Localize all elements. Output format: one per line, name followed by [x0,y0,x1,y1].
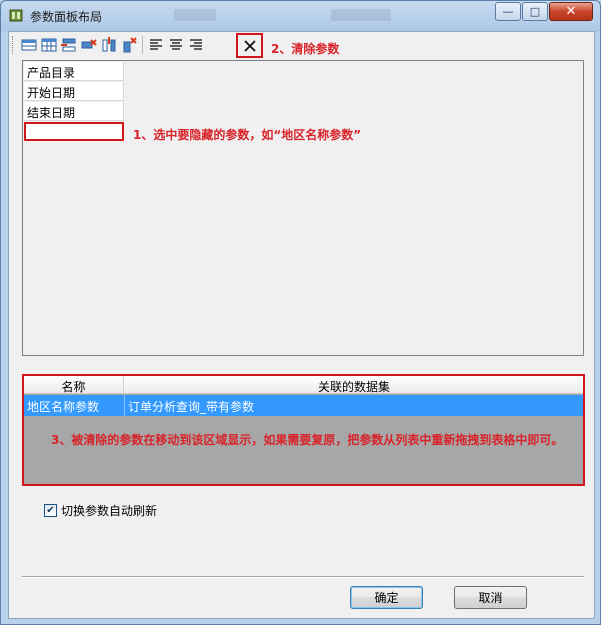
list-header: 名称 关联的数据集 [24,376,583,394]
align-left-icon [150,39,162,50]
toolbar-separator [142,36,143,54]
title-bar[interactable]: 参数面板布局 — □ ✕ [1,1,600,31]
list-item[interactable]: 地区名称参数 订单分析查询_带有参数 [24,395,583,416]
step1-annotation: 1、选中要隐藏的参数，如“地区名称参数” [133,128,362,142]
window-title: 参数面板布局 [30,10,103,24]
param-cell[interactable]: 开始日期 [24,82,124,101]
cancel-button[interactable]: 取消 [454,586,527,609]
delete-column-button[interactable] [119,35,139,55]
align-center-button[interactable] [166,35,186,55]
align-right-icon [190,39,202,50]
column-header-dataset[interactable]: 关联的数据集 [125,376,583,394]
insert-column-button[interactable] [99,35,119,55]
clear-params-button[interactable] [236,33,263,58]
column-header-name[interactable]: 名称 [24,376,124,394]
param-cell[interactable]: 结束日期 [24,102,124,121]
insert-column-icon [102,37,116,52]
param-name: 地区名称参数 [27,400,100,414]
layout-grid-icon [21,39,37,51]
app-icon [9,9,23,22]
layout-table-icon [41,38,57,52]
minimize-button[interactable]: — [495,2,521,21]
clear-params-icon [243,39,256,52]
insert-row-button[interactable] [59,35,79,55]
auto-refresh-checkbox[interactable]: ✔ [44,504,57,517]
layout-table-button[interactable] [39,35,59,55]
close-icon: ✕ [565,4,577,19]
removed-params-list[interactable]: 名称 关联的数据集 地区名称参数 订单分析查询_带有参数 3、被清除的参数在移动… [22,374,585,486]
step3-annotation: 3、被清除的参数在移动到该区域显示，如果需要复原，把参数从列表中重新拖拽到表格中… [51,433,564,447]
dialog-body: 2、清除参数 产品目录 开始日期 结束日期 1、选中要隐藏的参数，如“地区名称参… [8,31,595,619]
param-dataset: 订单分析查询_带有参数 [128,400,255,414]
param-cell[interactable]: 产品目录 [24,62,124,81]
align-right-button[interactable] [186,35,206,55]
background-ghost [174,9,216,21]
divider [22,576,584,578]
insert-row-icon [61,38,76,52]
minimize-icon: — [502,5,514,18]
background-ghost [331,9,391,21]
delete-row-icon [81,39,97,49]
dialog-window: 参数面板布局 — □ ✕ 2、清除参数 产品目录 开始日期 结束日期 1、选中要… [0,0,601,625]
close-button[interactable]: ✕ [549,2,593,21]
delete-column-icon [123,37,137,53]
layout-grid-button[interactable] [19,35,39,55]
selected-param-cell[interactable] [24,122,124,141]
maximize-icon: □ [529,5,541,18]
auto-refresh-option[interactable]: ✔ 切换参数自动刷新 [44,502,157,519]
ok-button[interactable]: 确定 [350,586,423,609]
checkmark-icon: ✔ [46,504,55,516]
step2-annotation: 2、清除参数 [271,42,340,56]
toolbar-grip[interactable] [12,36,15,54]
delete-row-button[interactable] [79,35,99,55]
maximize-button[interactable]: □ [522,2,548,21]
auto-refresh-label: 切换参数自动刷新 [61,504,158,518]
param-layout-grid[interactable]: 产品目录 开始日期 结束日期 [22,60,584,356]
align-center-icon [170,39,182,50]
align-left-button[interactable] [146,35,166,55]
